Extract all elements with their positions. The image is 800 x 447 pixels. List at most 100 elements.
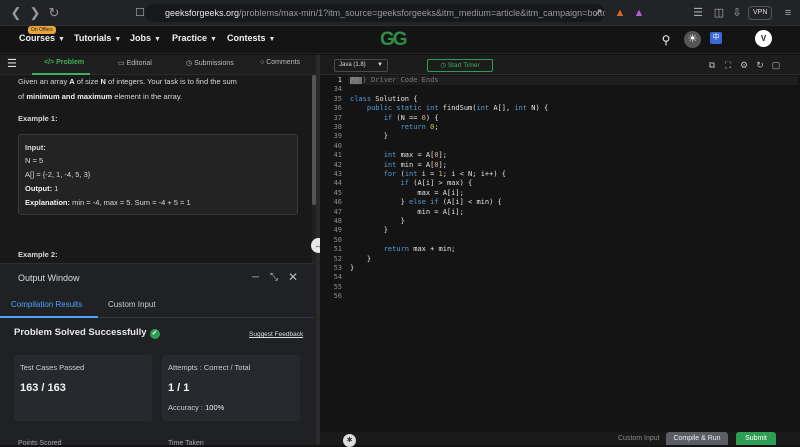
problem-description-line2: of minimum and maximum element in the ar…: [18, 92, 182, 101]
start-timer-button[interactable]: ◷ Start Timer: [427, 59, 493, 72]
line-number: 1: [337, 76, 342, 84]
code-area[interactable]: 1 34 35 36 37 38 39 40 41 42 43 44 45 46 47 48 49 50 51 52 5…: [320, 75, 800, 426]
text-cursor: [350, 77, 362, 84]
desc-text: of size: [74, 77, 101, 86]
menu-courses[interactable]: Courses ▼: [19, 33, 65, 43]
site-header: On Offers Courses ▼ Tutorials ▼ Jobs ▼ Prac…: [0, 26, 800, 54]
vpn-label: VPN: [753, 9, 768, 16]
code-line[interactable]: max = A[i];: [350, 189, 463, 197]
menu-contests-label: Contests: [227, 33, 266, 43]
desc-text: element in the array.: [112, 92, 183, 101]
example1-title: Example 1:: [18, 114, 58, 123]
code-line[interactable]: if (A[i] > max) {: [350, 179, 473, 187]
reload-icon[interactable]: ↻: [46, 5, 62, 21]
code-line[interactable]: }: [350, 132, 388, 140]
document-icon: ▭: [118, 60, 127, 67]
code-line[interactable]: for (int i = 1; i < N; i++) {: [350, 170, 506, 178]
code-editor: Java (1.8) ▼ ◷ Start Timer ⧉ ⛶ ⚙ ↻ ▢ 1 34 3…: [320, 55, 800, 447]
suggest-feedback-link[interactable]: Suggest Feedback: [249, 331, 303, 338]
menu-tutorials[interactable]: Tutorials ▼: [74, 33, 121, 43]
tab-editorial[interactable]: ▭ Editorial: [118, 59, 152, 67]
tab-comments[interactable]: ○ Comments: [260, 59, 300, 66]
copy-icon[interactable]: ⧉: [706, 59, 718, 71]
tab-compilation-results[interactable]: Compilation Results: [11, 300, 82, 309]
language-select[interactable]: Java (1.8) ▼: [334, 59, 388, 72]
avatar[interactable]: V: [755, 30, 772, 47]
fullscreen-icon[interactable]: ⛶: [722, 59, 734, 71]
example-explanation: Explanation: min = -4, max = 5. Sum = -4…: [25, 198, 191, 207]
line-number: 35: [333, 94, 342, 103]
extensions-icon[interactable]: ☰: [690, 5, 706, 21]
code-line[interactable]: }: [350, 226, 388, 234]
editor-toolbar: Java (1.8) ▼ ◷ Start Timer ⧉ ⛶ ⚙ ↻ ▢: [320, 55, 800, 75]
settings-icon[interactable]: ⚙: [738, 59, 750, 71]
code-line[interactable]: }: [350, 217, 405, 225]
code-line[interactable]: min = A[i];: [350, 208, 463, 216]
submit-button[interactable]: Submit: [736, 432, 776, 445]
tab-comments-label: Comments: [266, 59, 301, 66]
code-line[interactable]: }: [350, 264, 354, 272]
editor-footer: ✱ Custom Input Compile & Run Submit: [320, 432, 800, 447]
custom-input-button[interactable]: Custom Input: [618, 435, 660, 442]
keyboard-shortcut-icon[interactable]: ✱: [343, 434, 356, 447]
minimize-icon[interactable]: ─: [252, 272, 259, 283]
line-number: 54: [333, 273, 342, 282]
chevron-down-icon: ▼: [154, 36, 161, 43]
code-line[interactable]: public static int findSum(int A[], int N…: [350, 104, 548, 112]
code-line[interactable]: int min = A[0];: [350, 161, 447, 169]
tab-custom-input[interactable]: Custom Input: [108, 300, 156, 309]
close-icon[interactable]: ✕: [288, 270, 298, 284]
theme-toggle-icon[interactable]: ☀: [684, 31, 701, 48]
code-line[interactable]: return max + min;: [350, 245, 456, 253]
chevron-down-icon: ▼: [268, 36, 276, 43]
line-number: 43: [333, 170, 342, 178]
menu-tutorials-label: Tutorials: [74, 33, 112, 43]
menu-contests[interactable]: Contests ▼: [227, 33, 275, 43]
maximize-icon[interactable]: ▢: [770, 59, 782, 71]
line-number: 53: [333, 264, 342, 272]
line-number: 50: [333, 235, 342, 244]
brave-shield-icon[interactable]: ▲: [612, 5, 628, 21]
desc-text: Given an array: [18, 77, 70, 86]
menu-icon[interactable]: ≡: [780, 5, 796, 21]
line-number: 45: [333, 188, 342, 197]
code-line[interactable]: return 0;: [350, 123, 439, 131]
attempts-value: 1 / 1: [168, 382, 190, 394]
chevron-down-icon: ▼: [114, 36, 122, 43]
code-line[interactable]: // } Driver Code Ends: [350, 76, 439, 84]
menu-practice[interactable]: Practice ▼: [172, 33, 217, 43]
gfg-logo[interactable]: GG: [380, 29, 408, 51]
code-line[interactable]: if (N == 0) {: [350, 114, 439, 122]
code-line[interactable]: class Solution {: [350, 95, 417, 103]
example-output: Output: 1: [25, 184, 58, 193]
code-line[interactable]: }: [350, 255, 371, 263]
downloads-icon[interactable]: ⇩: [729, 5, 745, 21]
sidebar-icon[interactable]: ◫: [711, 5, 727, 21]
vpn-button[interactable]: VPN: [748, 6, 773, 20]
forward-icon[interactable]: ❯: [27, 5, 43, 21]
reset-icon[interactable]: ↻: [754, 59, 766, 71]
code-line[interactable]: int max = A[0];: [350, 151, 447, 159]
chevron-down-icon: ▼: [58, 36, 65, 43]
back-icon[interactable]: ❮: [8, 5, 24, 21]
line-number: 38: [333, 123, 342, 131]
tab-problem[interactable]: </> Problem: [44, 59, 84, 66]
search-icon[interactable]: ⚲: [658, 32, 674, 48]
tab-submissions[interactable]: ◷ Submissions: [186, 59, 234, 67]
tab-submissions-label: Submissions: [194, 60, 234, 67]
example-n: N = 5: [25, 156, 44, 165]
menu-jobs[interactable]: Jobs ▼: [130, 33, 161, 43]
expand-icon[interactable]: ⤡: [270, 272, 278, 283]
hamburger-icon[interactable]: ☰: [7, 57, 17, 70]
line-number: 34: [333, 85, 342, 94]
share-icon[interactable]: ↗: [590, 5, 606, 21]
timer-label: Start Timer: [447, 62, 480, 69]
active-tab-indicator: [32, 73, 90, 75]
compile-run-button[interactable]: Compile & Run: [666, 432, 728, 445]
translate-icon[interactable]: 中: [710, 32, 722, 44]
rewards-icon[interactable]: ▲: [631, 5, 647, 21]
output-tabs: Compilation Results Custom Input: [0, 292, 314, 318]
address-bar[interactable]: geeksforgeeks.org/problems/max-min/1?itm…: [145, 4, 605, 22]
code-line[interactable]: } else if (A[i] < min) {: [350, 198, 502, 206]
active-output-tab-indicator: [0, 316, 98, 318]
